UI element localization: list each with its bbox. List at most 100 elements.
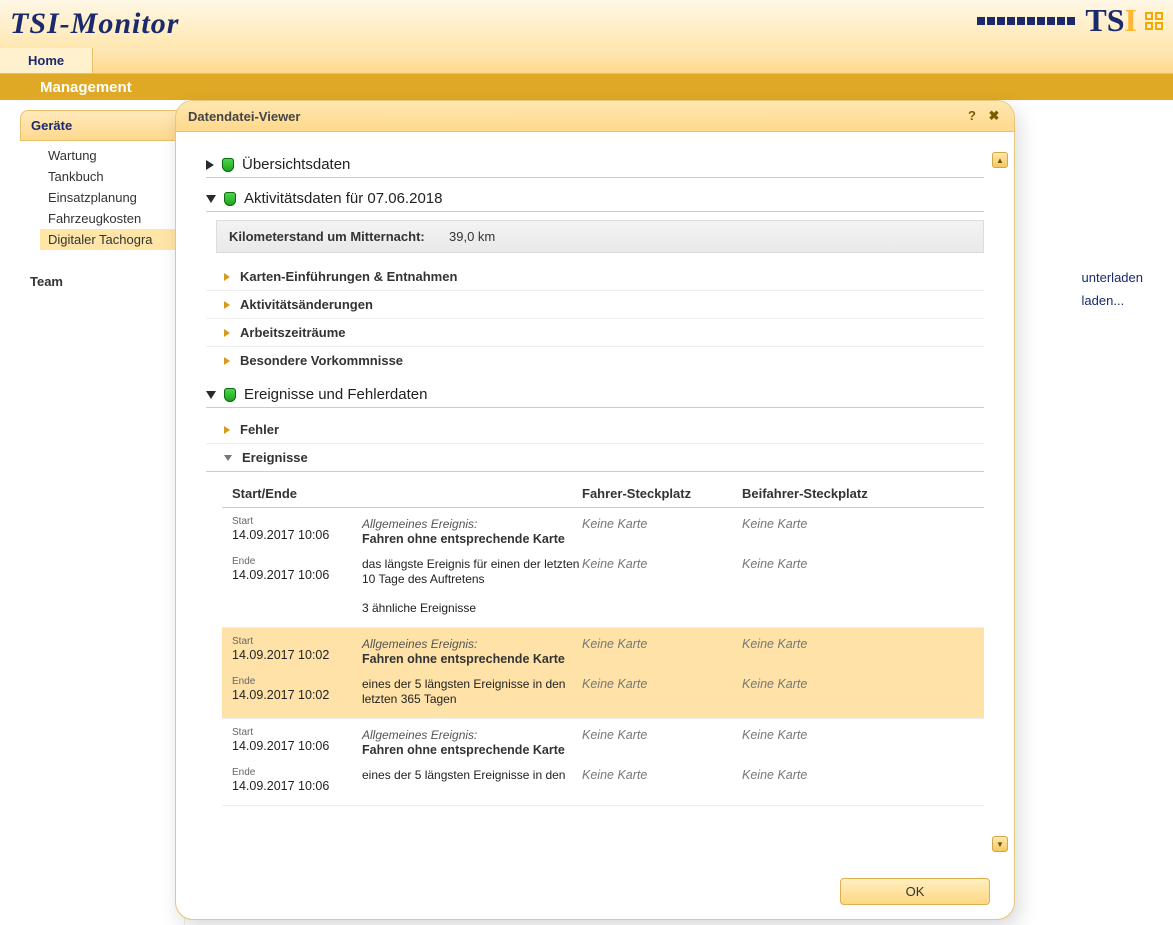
event-row[interactable]: Start14.09.2017 10:06Allgemeines Ereigni… [222,719,984,806]
section-activity[interactable]: Aktivitätsdaten für 07.06.2018 [206,186,984,212]
end-label: Ende [232,767,362,778]
event-note: eines der 5 längsten Ereignisse in den l… [362,677,565,706]
triangle-down-icon [224,455,232,461]
sidebar-group-geraete[interactable]: Geräte [20,110,184,141]
section-events-title: Ereignisse und Fehlerdaten [244,386,427,403]
start-time: 14.09.2017 10:06 [232,528,329,542]
app-logo: TSI-Monitor [10,7,179,41]
start-label: Start [232,636,362,647]
event-type: Fahren ohne entsprechende Karte [362,743,565,757]
sub-errors-label: Fehler [240,422,279,437]
driver-slot-end: Keine Karte [582,557,647,571]
help-icon[interactable]: ? [964,108,980,124]
section-overview-title: Übersichtsdaten [242,156,350,173]
scroll-up-icon[interactable]: ▲ [992,152,1008,168]
dialog-viewer: Datendatei-Viewer ? ✖ Übersichtsdaten [175,100,1015,920]
event-type-label: Allgemeines Ereignis: [362,728,477,742]
start-label: Start [232,516,362,527]
event-type: Fahren ohne entsprechende Karte [362,652,565,666]
events-table: Start/Ende Fahrer-Steckplatz Beifahrer-S… [222,476,984,806]
col-driver: Fahrer-Steckplatz [582,486,742,501]
event-type-label: Allgemeines Ereignis: [362,517,477,531]
triangle-right-icon [224,301,230,309]
shield-icon [224,192,236,206]
start-time: 14.09.2017 10:06 [232,739,329,753]
app-header: TSI-Monitor TSI [0,0,1173,48]
tab-home[interactable]: Home [0,48,93,73]
sub-actchg-label: Aktivitätsänderungen [240,297,373,312]
main-area: unterladen laden... Datendatei-Viewer ? … [185,100,1173,925]
sub-special[interactable]: Besondere Vorkommnisse [206,347,984,374]
sub-cards-label: Karten-Einführungen & Entnahmen [240,269,457,284]
sub-special-label: Besondere Vorkommnisse [240,353,403,368]
driver-slot-start: Keine Karte [582,728,647,742]
sub-events-label: Ereignisse [242,450,308,465]
start-time: 14.09.2017 10:02 [232,648,329,662]
shield-icon [222,158,234,172]
driver-slot-start: Keine Karte [582,637,647,651]
codriver-slot-end: Keine Karte [742,768,807,782]
brand-decoration [977,17,1075,25]
link-unterladen[interactable]: unterladen [1082,270,1143,285]
col-codriver: Beifahrer-Steckplatz [742,486,902,501]
end-time: 14.09.2017 10:06 [232,568,329,582]
km-box: Kilometerstand um Mitternacht: 39,0 km [216,220,984,253]
dialog-body: Übersichtsdaten Aktivitätsdaten für 07.0… [176,132,1014,872]
km-label: Kilometerstand um Mitternacht: [229,229,449,244]
triangle-right-icon [224,426,230,434]
col-startend: Start/Ende [232,486,362,501]
header-right: TSI [977,2,1163,39]
event-note: eines der 5 längsten Ereignisse in den [362,768,565,782]
section-overview[interactable]: Übersichtsdaten [206,152,984,178]
km-value: 39,0 km [449,229,495,244]
sub-activity-changes[interactable]: Aktivitätsänderungen [206,291,984,319]
sub-errors[interactable]: Fehler [206,416,984,444]
end-time: 14.09.2017 10:06 [232,779,329,793]
codriver-slot-start: Keine Karte [742,517,807,531]
sidebar-item-fahrzeugkosten[interactable]: Fahrzeugkosten [40,208,184,229]
dialog-title: Datendatei-Viewer [188,109,300,124]
sub-work-periods[interactable]: Arbeitszeiträume [206,319,984,347]
event-type-label: Allgemeines Ereignis: [362,637,477,651]
codriver-slot-start: Keine Karte [742,728,807,742]
sub-events-row[interactable]: Ereignisse [206,444,984,472]
end-time: 14.09.2017 10:02 [232,688,329,702]
driver-slot-end: Keine Karte [582,677,647,691]
sidebar-item-tachograph[interactable]: Digitaler Tachogra [40,229,184,250]
fullscreen-icon[interactable] [1145,12,1163,30]
events-header: Start/Ende Fahrer-Steckplatz Beifahrer-S… [222,476,984,508]
close-icon[interactable]: ✖ [986,108,1002,124]
sub-workperiods-label: Arbeitszeiträume [240,325,345,340]
triangle-right-icon [224,329,230,337]
event-row[interactable]: Start14.09.2017 10:02Allgemeines Ereigni… [222,628,984,719]
driver-slot-end: Keine Karte [582,768,647,782]
dialog-titlebar: Datendatei-Viewer ? ✖ [176,101,1014,132]
event-note: das längste Ereignis für einen der letzt… [362,557,579,586]
sidebar-item-wartung[interactable]: Wartung [40,145,184,166]
triangle-right-icon [224,273,230,281]
brand-mark: TSI [1085,2,1137,39]
scroll-down-icon[interactable]: ▼ [992,836,1008,852]
management-bar: Management [0,74,1173,100]
management-label: Management [40,79,132,96]
dialog-scrollbar[interactable]: ▲ ▼ [992,152,1008,852]
sidebar-item-tankbuch[interactable]: Tankbuch [40,166,184,187]
similar-events: 3 ähnliche Ereignisse [362,601,476,615]
event-row[interactable]: Start14.09.2017 10:06Allgemeines Ereigni… [222,508,984,628]
start-label: Start [232,727,362,738]
section-activity-title: Aktivitätsdaten für 07.06.2018 [244,190,442,207]
triangle-right-icon [224,357,230,365]
sidebar-item-einsatzplanung[interactable]: Einsatzplanung [40,187,184,208]
section-events[interactable]: Ereignisse und Fehlerdaten [206,382,984,408]
sidebar-sublist: Wartung Tankbuch Einsatzplanung Fahrzeug… [40,141,184,254]
background-links: unterladen laden... [1082,270,1143,316]
triangle-right-icon [206,160,214,170]
end-label: Ende [232,556,362,567]
link-laden[interactable]: laden... [1082,293,1143,308]
driver-slot-start: Keine Karte [582,517,647,531]
sidebar-group-team[interactable]: Team [30,274,184,289]
ok-button[interactable]: OK [840,878,990,905]
event-type: Fahren ohne entsprechende Karte [362,532,565,546]
triangle-down-icon [206,391,216,399]
sub-cards[interactable]: Karten-Einführungen & Entnahmen [206,263,984,291]
